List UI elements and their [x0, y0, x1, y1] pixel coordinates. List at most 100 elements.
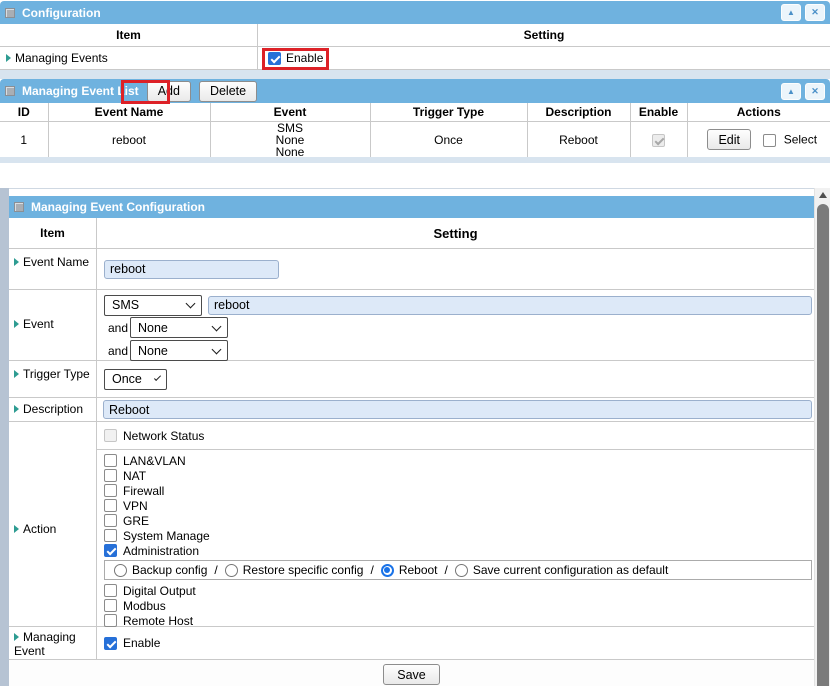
action-option: VPN	[97, 498, 814, 513]
managing-event-configuration-header: Managing Event Configuration	[9, 196, 814, 218]
administration-options: Backup config / Restore specific config …	[104, 560, 812, 580]
column-header-item: Item	[0, 24, 258, 46]
column-header-setting: Setting	[258, 24, 830, 46]
and-label: and	[108, 321, 130, 335]
col-trigger-type: Trigger Type	[370, 103, 527, 121]
select-checkbox[interactable]	[763, 134, 776, 147]
vpn-checkbox[interactable]	[104, 499, 117, 512]
event-name-label: Event Name	[23, 255, 89, 269]
action-option: System Manage	[97, 528, 814, 543]
description-row: Description	[9, 398, 814, 422]
event-and2-value: None	[138, 344, 168, 358]
cell-id: 1	[0, 121, 48, 158]
col-description: Description	[527, 103, 630, 121]
col-actions: Actions	[687, 103, 830, 121]
bullet-arrow-icon	[14, 320, 19, 328]
configuration-panel-title: Configuration	[22, 6, 101, 20]
managing-event-enable-checkbox[interactable]	[104, 637, 117, 650]
gre-checkbox[interactable]	[104, 514, 117, 527]
bullet-arrow-icon	[14, 370, 19, 378]
restore-specific-config-radio[interactable]	[225, 564, 238, 577]
nat-checkbox[interactable]	[104, 469, 117, 482]
close-icon[interactable]: ✕	[805, 83, 825, 100]
window-controls: ▲ ✕	[777, 4, 825, 21]
chevron-down-icon	[212, 344, 222, 354]
modbus-checkbox[interactable]	[104, 599, 117, 612]
system-manage-label: System Manage	[123, 529, 210, 543]
col-id: ID	[0, 103, 48, 121]
event-name-input[interactable]	[104, 260, 279, 279]
trigger-type-select[interactable]: Once	[104, 369, 167, 390]
network-status-option: Network Status	[97, 422, 814, 450]
event-name-row: Event Name	[9, 249, 814, 290]
system-manage-checkbox[interactable]	[104, 529, 117, 542]
managing-event-list-title: Managing Event List	[22, 84, 139, 98]
firewall-checkbox[interactable]	[104, 484, 117, 497]
event-label: Event	[23, 317, 54, 331]
remote-host-checkbox[interactable]	[104, 614, 117, 627]
description-input[interactable]	[103, 400, 812, 419]
save-default-radio[interactable]	[455, 564, 468, 577]
action-label: Action	[23, 522, 56, 536]
event-row: Event SMS and None	[9, 290, 814, 361]
event-and1-select[interactable]: None	[130, 317, 228, 338]
description-label: Description	[23, 402, 83, 416]
event-line: None	[211, 134, 370, 146]
event-list-header-row: ID Event Name Event Trigger Type Descrip…	[0, 103, 830, 121]
modbus-label: Modbus	[123, 599, 166, 613]
action-option: LAN&VLAN	[97, 453, 814, 468]
bullet-arrow-icon	[14, 258, 19, 266]
panel-icon	[14, 202, 24, 212]
scrollbar-thumb[interactable]	[817, 204, 829, 686]
action-option: Firewall	[97, 483, 814, 498]
event-and2-select[interactable]: None	[130, 340, 228, 361]
select-label: Select	[784, 133, 817, 147]
event-value-input[interactable]	[208, 296, 812, 315]
page: Configuration ▲ ✕ Item Setting Managing …	[0, 0, 830, 686]
managing-event-list-panel: Managing Event List Add Delete ▲ ✕ ID Ev…	[0, 79, 830, 158]
lan-vlan-label: LAN&VLAN	[123, 454, 186, 468]
bullet-arrow-icon	[14, 633, 19, 641]
reboot-radio[interactable]	[381, 564, 394, 577]
edit-button[interactable]: Edit	[707, 129, 751, 150]
managing-events-enable-label: Enable	[286, 51, 323, 65]
and-label: and	[108, 344, 130, 358]
row-enable-checkbox	[652, 134, 665, 147]
config-table-header: Item Setting	[9, 218, 814, 249]
lan-vlan-checkbox[interactable]	[104, 454, 117, 467]
chevron-down-icon	[212, 321, 222, 331]
cell-trigger-type: Once	[370, 121, 527, 158]
action-row: Action Network Status LAN&VLAN NAT	[9, 422, 814, 627]
backup-config-radio[interactable]	[114, 564, 127, 577]
collapse-icon[interactable]: ▲	[781, 83, 801, 100]
action-option: GRE	[97, 513, 814, 528]
trigger-type-value: Once	[112, 372, 142, 386]
cell-description: Reboot	[527, 121, 630, 158]
event-line: SMS	[211, 122, 370, 134]
chevron-down-icon	[186, 299, 196, 309]
action-option: Remote Host	[97, 613, 814, 628]
scrollbar-up-arrow-icon[interactable]	[815, 188, 830, 202]
save-button[interactable]: Save	[383, 664, 440, 685]
col-enable: Enable	[630, 103, 687, 121]
delete-button[interactable]: Delete	[199, 81, 257, 102]
window-controls: ▲ ✕	[777, 83, 825, 100]
close-icon[interactable]: ✕	[805, 4, 825, 21]
panel-icon	[5, 86, 15, 96]
event-line: None	[211, 146, 370, 158]
cell-event-name: reboot	[48, 121, 210, 158]
administration-checkbox[interactable]	[104, 544, 117, 557]
event-list-table: ID Event Name Event Trigger Type Descrip…	[0, 103, 830, 158]
reboot-label: Reboot	[399, 563, 438, 577]
event-list-row: 1 reboot SMS None None Once Reboot Edit	[0, 121, 830, 158]
administration-label: Administration	[123, 544, 199, 558]
managing-events-enable-checkbox[interactable]	[268, 52, 281, 65]
add-button[interactable]: Add	[147, 81, 191, 102]
column-header-setting: Setting	[97, 218, 814, 248]
collapse-icon[interactable]: ▲	[781, 4, 801, 21]
event-type-select[interactable]: SMS	[104, 295, 202, 316]
digital-output-checkbox[interactable]	[104, 584, 117, 597]
event-type-value: SMS	[112, 298, 139, 312]
managing-events-row: Managing Events Enable	[0, 47, 830, 70]
panel-left-border	[0, 188, 9, 686]
